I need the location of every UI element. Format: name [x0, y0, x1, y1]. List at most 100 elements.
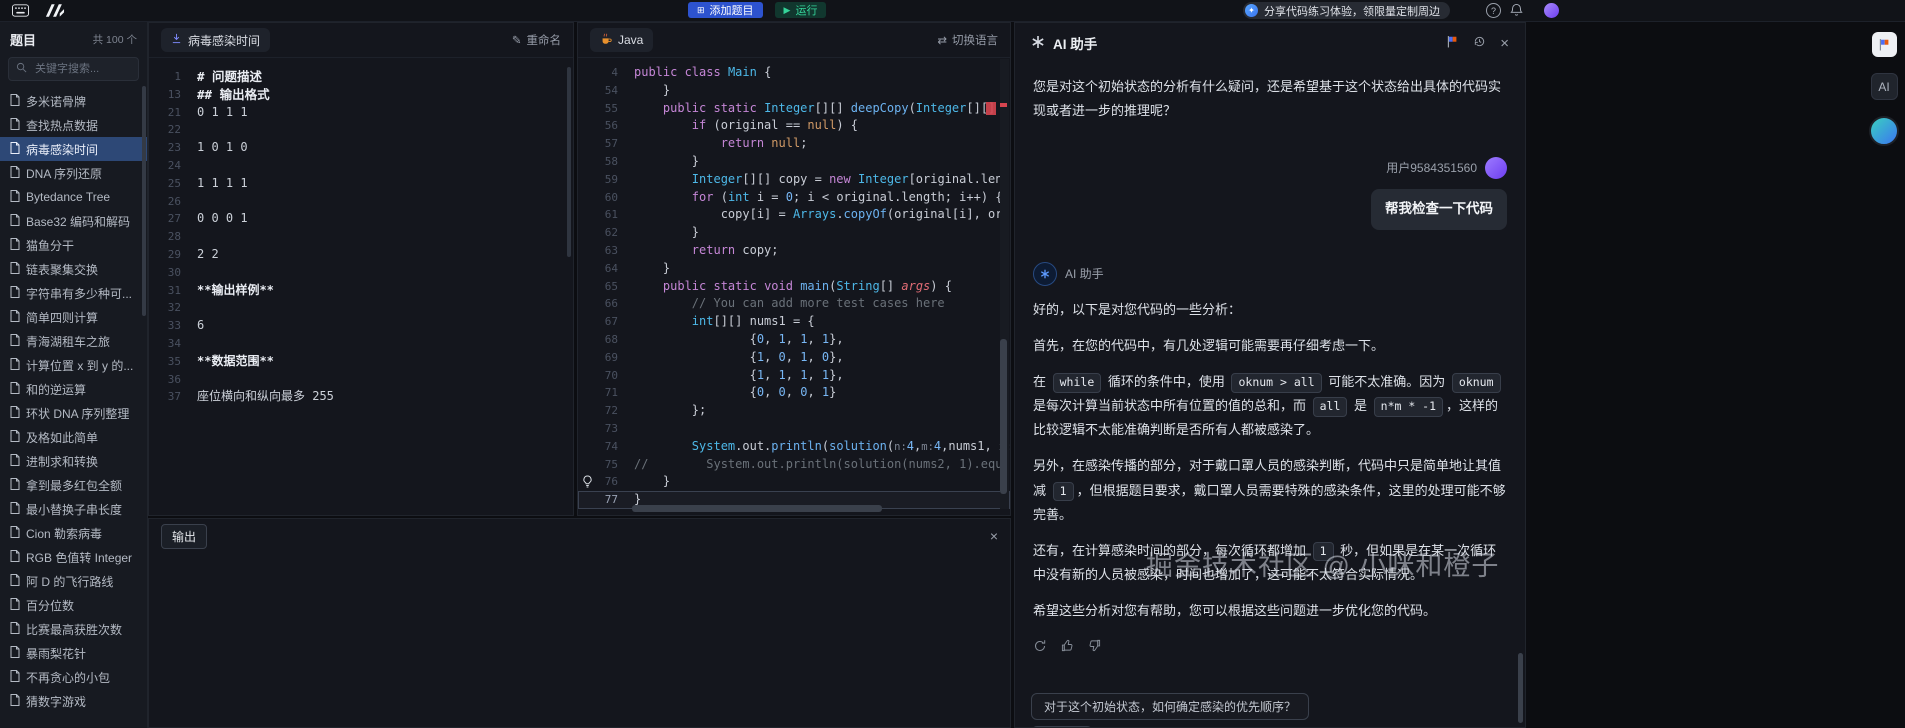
- sidebar-item[interactable]: 不再贪心的小包: [0, 665, 147, 689]
- code-line[interactable]: 58 }: [578, 153, 1010, 171]
- sidebar-item[interactable]: 简单四则计算: [0, 305, 147, 329]
- code-line[interactable]: 65 public static void main(String[] args…: [578, 278, 1010, 296]
- problem-scrollbar-thumb[interactable]: [567, 67, 571, 257]
- sidebar-item[interactable]: 链表聚集交换: [0, 257, 147, 281]
- code-line[interactable]: 62 }: [578, 224, 1010, 242]
- flag-icon[interactable]: [1446, 35, 1459, 51]
- line-number: 54: [604, 83, 618, 97]
- sidebar-item[interactable]: Cion 勒索病毒: [0, 521, 147, 545]
- code-text: return copy;: [691, 242, 779, 257]
- thumbs-up-icon[interactable]: [1061, 639, 1074, 653]
- sidebar-item[interactable]: RGB 色值转 Integer: [0, 545, 147, 569]
- code-line[interactable]: 72 };: [578, 402, 1010, 420]
- editor-horizontal-scrollbar[interactable]: [632, 505, 996, 512]
- ai-close-icon[interactable]: ×: [1500, 35, 1509, 52]
- sidebar-item[interactable]: 和的逆运算: [0, 377, 147, 401]
- history-icon[interactable]: [1473, 35, 1486, 51]
- description-line: 13 ## 输出格式: [167, 86, 270, 102]
- ai-scrollbar-thumb[interactable]: [1518, 653, 1523, 723]
- output-tab[interactable]: 输出: [161, 523, 208, 549]
- code-line[interactable]: 63 return copy;: [578, 242, 1010, 260]
- code-line[interactable]: 75 // System.out.println(solution(nums2, …: [578, 456, 1010, 474]
- plus-square-icon: ⊞: [697, 4, 705, 15]
- search-input[interactable]: [33, 62, 137, 76]
- line-number: 73: [604, 421, 618, 435]
- code-line[interactable]: 68 {0, 1, 1, 1},: [578, 331, 1010, 349]
- sidebar-item[interactable]: 猜数字游戏: [0, 689, 147, 713]
- code-line[interactable]: 76 }: [578, 473, 1010, 491]
- run-label: 运行: [795, 5, 818, 17]
- help-icon[interactable]: ?: [1486, 3, 1501, 18]
- sidebar-scrollbar-thumb[interactable]: [142, 86, 146, 316]
- document-icon: [10, 669, 20, 685]
- code-text: Integer[][] copy = new Integer[original.…: [691, 171, 1010, 186]
- code-line[interactable]: 64 }: [578, 260, 1010, 278]
- output-close-icon[interactable]: ×: [990, 528, 998, 544]
- code-line[interactable]: 59 Integer[][] copy = new Integer[origin…: [578, 171, 1010, 189]
- line-number: 72: [604, 404, 618, 418]
- thumbs-down-icon[interactable]: [1088, 639, 1101, 653]
- sidebar-item[interactable]: 查找热点数据: [0, 113, 147, 137]
- sidebar-item[interactable]: 猫鱼分干: [0, 233, 147, 257]
- regenerate-icon[interactable]: [1033, 639, 1047, 653]
- document-icon: [10, 93, 20, 109]
- rename-button[interactable]: ✎ 重命名: [512, 32, 561, 48]
- add-problem-button[interactable]: ⊞ 添加题目: [688, 2, 763, 18]
- ai-assistant-label: AI 助手: [1065, 267, 1104, 282]
- code-line[interactable]: 56 if (original == null) {: [578, 117, 1010, 135]
- code-editor[interactable]: 4 public class Main {54 } 55 public static…: [578, 58, 1010, 510]
- editor-horizontal-scrollbar-thumb[interactable]: [632, 505, 882, 512]
- code-line[interactable]: 66 // You can add more test cases here: [578, 295, 1010, 313]
- user-avatar[interactable]: [1544, 3, 1559, 18]
- switch-language-button[interactable]: ⇄ 切换语言: [937, 32, 998, 48]
- sidebar-item[interactable]: 拿到最多红包全额: [0, 473, 147, 497]
- code-line[interactable]: 4 public class Main {: [578, 64, 1010, 82]
- editor-vertical-scrollbar[interactable]: [1000, 59, 1009, 509]
- sidebar-item[interactable]: 环状 DNA 序列整理: [0, 401, 147, 425]
- code-line[interactable]: 71 {0, 0, 0, 1}: [578, 384, 1010, 402]
- sidebar-item[interactable]: 阿 D 的飞行路线: [0, 569, 147, 593]
- sidebar-item[interactable]: Bytedance Tree: [0, 185, 147, 209]
- sidebar-item[interactable]: 最小替换子串长度: [0, 497, 147, 521]
- code-line[interactable]: 57 return null;: [578, 135, 1010, 153]
- problem-tab[interactable]: 病毒感染时间: [161, 28, 271, 52]
- floating-ai-badge[interactable]: AI: [1870, 73, 1898, 100]
- sidebar-item[interactable]: 百分位数: [0, 593, 147, 617]
- sidebar-item[interactable]: 暴雨梨花针: [0, 641, 147, 665]
- code-line[interactable]: 61 copy[i] = Arrays.copyOf(original[i], …: [578, 206, 1010, 224]
- sidebar-item[interactable]: 字符串有多少种可...: [0, 281, 147, 305]
- sidebar-item[interactable]: Base32 编码和解码: [0, 209, 147, 233]
- sidebar-item[interactable]: 进制求和转换: [0, 449, 147, 473]
- document-icon: [10, 645, 20, 661]
- code-line[interactable]: 67 int[][] nums1 = {: [578, 313, 1010, 331]
- code-line[interactable]: 54 }: [578, 82, 1010, 100]
- sidebar-item-label: 百分位数: [26, 598, 75, 613]
- sidebar-item[interactable]: 青海湖租车之旅: [0, 329, 147, 353]
- inline-code: 1: [1312, 541, 1334, 561]
- notification-bell-icon[interactable]: [1510, 3, 1523, 20]
- ai-message: 首先，在您的代码中，有几处逻辑可能需要再仔细考虑一下。: [1033, 338, 1385, 354]
- floating-avatar-badge[interactable]: [1869, 116, 1899, 146]
- sidebar-item[interactable]: 及格如此简单: [0, 425, 147, 449]
- description-line: 24: [167, 158, 181, 172]
- editor-vertical-scrollbar-thumb[interactable]: [1000, 339, 1007, 494]
- code-line[interactable]: 74 System.out.println(solution(n:4,m:4,n…: [578, 438, 1010, 456]
- code-text: }: [634, 260, 671, 275]
- floating-flag-badge[interactable]: [1871, 32, 1897, 57]
- sidebar-item[interactable]: 计算位置 x 到 y 的...: [0, 353, 147, 377]
- sidebar-item[interactable]: DNA 序列还原: [0, 161, 147, 185]
- code-line[interactable]: 60 for (int i = 0; i < original.length; …: [578, 189, 1010, 207]
- code-line[interactable]: 55 public static Integer[][] deepCopy(In…: [578, 100, 1010, 118]
- sidebar-item[interactable]: 病毒感染时间: [0, 137, 147, 161]
- sidebar-item[interactable]: 比赛最高获胜次数: [0, 617, 147, 641]
- code-line[interactable]: 70 {1, 1, 1, 1},: [578, 367, 1010, 385]
- run-button[interactable]: ▶ 运行: [774, 2, 827, 18]
- code-line[interactable]: 69 {1, 0, 1, 0},: [578, 349, 1010, 367]
- share-campaign-button[interactable]: ✦ 分享代码练习体验，领限量定制周边: [1243, 2, 1450, 19]
- language-tab[interactable]: Java: [590, 28, 654, 52]
- code-line[interactable]: 73: [578, 420, 1010, 438]
- search-box[interactable]: [8, 57, 139, 81]
- sidebar-item[interactable]: 多米诺骨牌: [0, 89, 147, 113]
- sidebar-item-label: 不再贪心的小包: [26, 670, 111, 685]
- suggested-question-chip[interactable]: 对于这个初始状态，如何确定感染的优先顺序？: [1031, 693, 1310, 720]
